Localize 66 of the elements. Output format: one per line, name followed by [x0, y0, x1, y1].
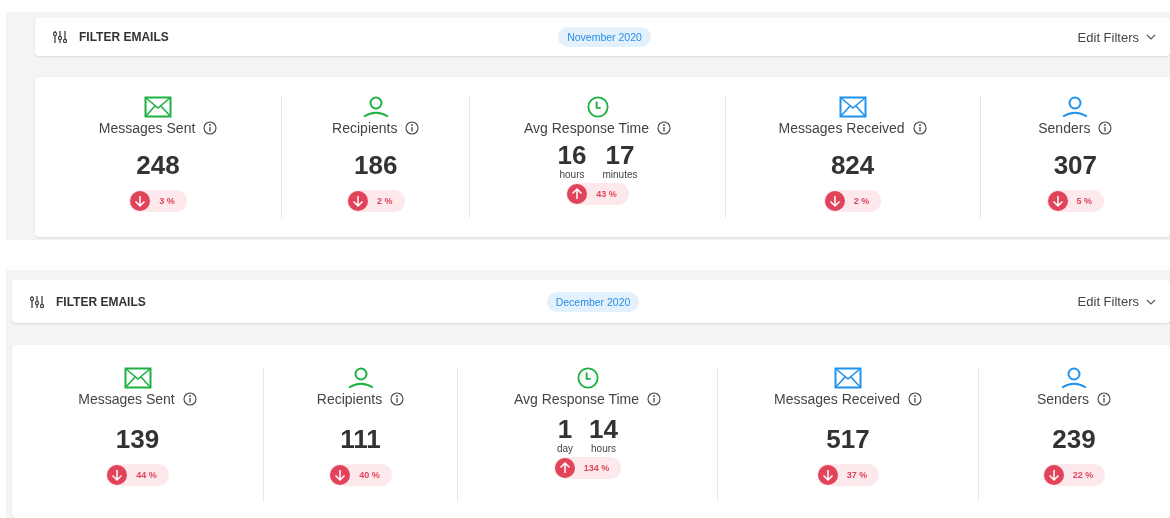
trend-value: 134 %: [583, 463, 610, 473]
unit-label: hours: [559, 169, 585, 180]
trend-value: 22 %: [1072, 470, 1094, 480]
stat-value: 248: [136, 150, 180, 180]
chevron-down-icon: [1146, 298, 1156, 305]
stat-value: 186: [354, 150, 398, 180]
info-icon: [405, 121, 420, 135]
info-icon: [647, 392, 661, 406]
stat-label: Messages Sent: [78, 391, 175, 407]
stat-label: Avg Response Time: [514, 391, 639, 407]
arrow-down-icon: [817, 465, 838, 485]
trend-value: 44 %: [136, 470, 157, 480]
unit-label: minutes: [602, 169, 638, 180]
arrow-up-icon: [567, 184, 588, 204]
stat-label: Senders: [1036, 391, 1090, 407]
info-icon: [657, 121, 672, 135]
trend-value: 37 %: [846, 470, 868, 480]
stat-value: 824: [830, 150, 875, 180]
stat-label: Messages Received: [778, 120, 905, 136]
stat-value: 14: [589, 415, 618, 443]
chevron-down-icon: [1146, 34, 1156, 40]
arrow-down-icon: [130, 191, 151, 211]
arrow-down-icon: [1047, 191, 1068, 211]
stat-value: 1: [557, 415, 573, 443]
arrow-down-icon: [348, 191, 369, 211]
stat-value: 16: [557, 141, 587, 169]
trend-value: 2 %: [377, 196, 393, 206]
unit-label: hours: [591, 443, 617, 454]
edit-filters-dropdown[interactable]: Edit Filters: [1077, 27, 1156, 47]
arrow-down-icon: [1043, 465, 1064, 485]
trend-value: 43 %: [596, 189, 617, 199]
stat-label: Avg Response Time: [524, 120, 650, 136]
sliders-icon: [30, 294, 44, 309]
stat-label: Recipients: [316, 391, 383, 407]
stat-label: Recipients: [332, 120, 398, 136]
info-icon: [908, 392, 923, 406]
arrow-down-icon: [824, 191, 845, 211]
arrow-down-icon: [107, 465, 128, 485]
unit-label: day: [556, 443, 574, 454]
trend-value: 3 %: [159, 196, 175, 206]
trend-value: 2 %: [853, 196, 870, 206]
stat-label: Messages Received: [773, 391, 901, 407]
period-badge: November 2020: [558, 27, 651, 47]
info-icon: [1097, 392, 1112, 406]
stat-value: 17: [605, 141, 635, 169]
arrow-up-icon: [554, 458, 575, 478]
stat-value: 239: [1052, 424, 1096, 454]
sliders-icon: [53, 30, 67, 44]
stat-value: 139: [115, 424, 160, 454]
stat-label: Messages Sent: [98, 120, 196, 136]
info-icon: [912, 121, 927, 135]
stat-label: Senders: [1038, 120, 1091, 136]
arrow-down-icon: [330, 465, 351, 485]
edit-filters-dropdown[interactable]: Edit Filters: [1077, 292, 1156, 311]
stat-value: 111: [340, 424, 381, 454]
filter-title: FILTER EMAILS: [56, 294, 146, 309]
period-badge: December 2020: [546, 291, 640, 312]
info-icon: [1098, 121, 1113, 135]
info-icon: [203, 121, 218, 135]
stat-value: 517: [826, 424, 870, 454]
info-icon: [390, 392, 405, 406]
trend-value: 40 %: [359, 470, 380, 480]
filter-title: FILTER EMAILS: [79, 30, 169, 44]
stat-value: 307: [1053, 150, 1097, 180]
info-icon: [182, 392, 197, 406]
trend-value: 5 %: [1076, 196, 1093, 206]
